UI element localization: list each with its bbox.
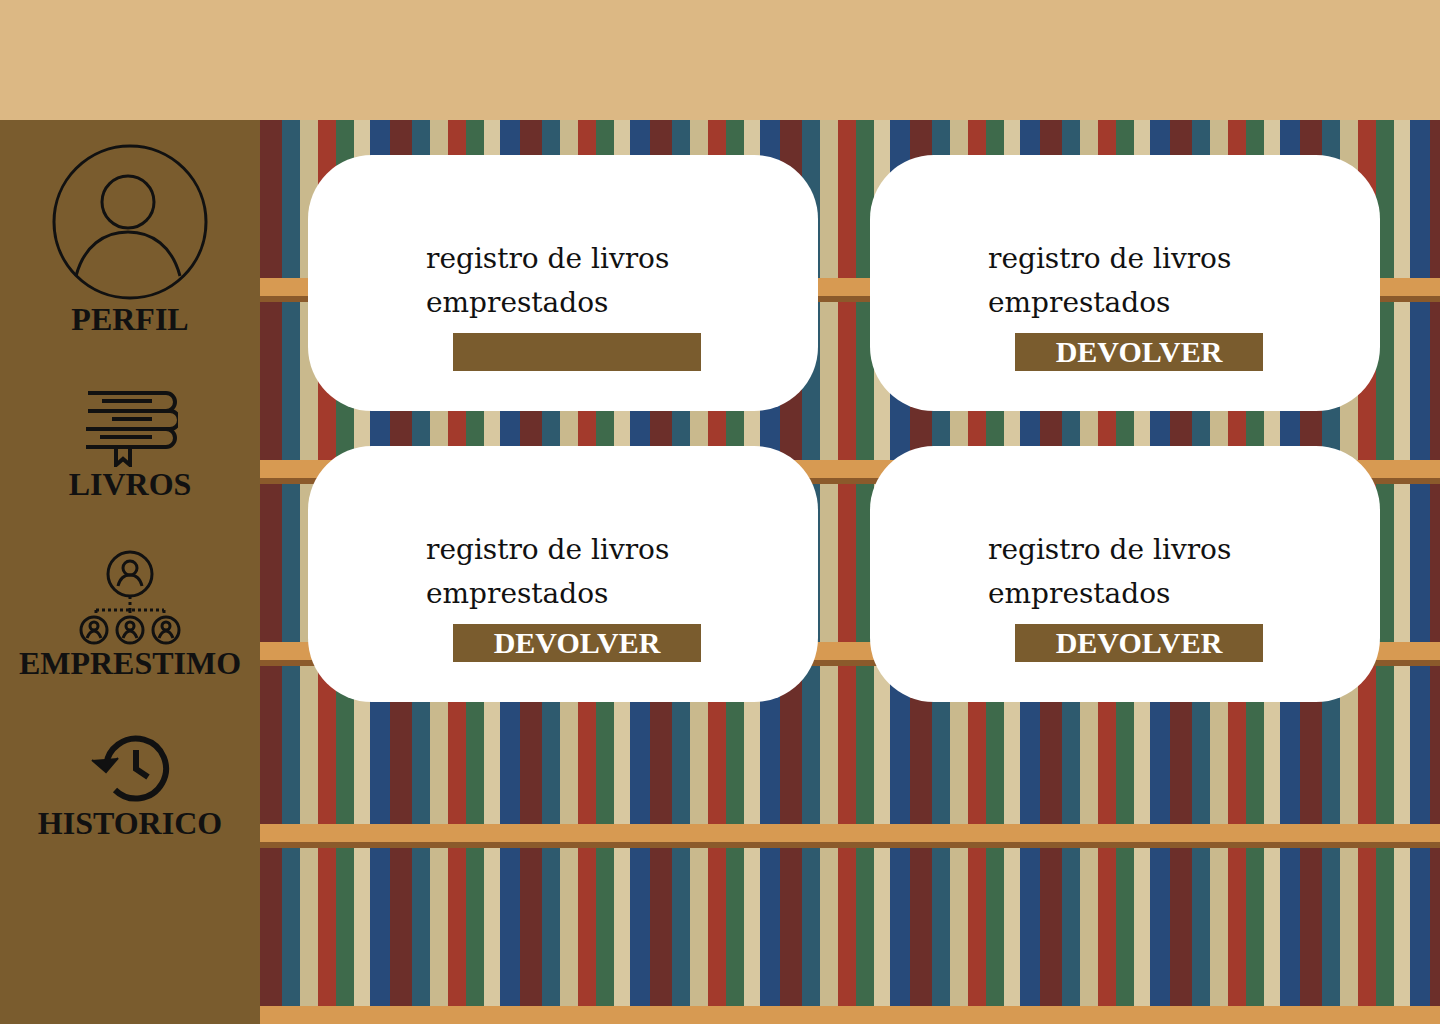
loan-card: registro de livrosemprestados DEVOLVER	[870, 155, 1380, 411]
return-button[interactable]	[453, 333, 701, 371]
sidebar-item[interactable]: HISTORICO	[38, 730, 222, 841]
sidebar: PERFIL LIVROS EMPRESTIMO HISTORICO	[0, 120, 260, 1024]
return-button[interactable]: DEVOLVER	[1015, 624, 1263, 662]
loan-record-text: registro de livrosemprestados	[426, 528, 794, 616]
text-line: emprestados	[988, 281, 1356, 325]
sidebar-label: LIVROS	[69, 467, 192, 502]
sidebar-label: EMPRESTIMO	[19, 646, 241, 681]
return-button[interactable]: DEVOLVER	[1015, 333, 1263, 371]
sidebar-item[interactable]: PERFIL	[50, 142, 210, 337]
history-icon	[88, 730, 172, 806]
loan-card: registro de livrosemprestados	[308, 155, 818, 411]
books-icon	[82, 389, 178, 467]
loan-record-text: registro de livrosemprestados	[426, 237, 794, 325]
bookshelf-background: registro de livrosemprestadosregistro de…	[260, 120, 1440, 1024]
top-bar	[0, 0, 1440, 120]
sidebar-item[interactable]: EMPRESTIMO	[19, 550, 241, 681]
text-line: emprestados	[426, 281, 794, 325]
loan-record-text: registro de livrosemprestados	[988, 237, 1356, 325]
text-line: registro de livros	[426, 528, 794, 572]
text-line: emprestados	[988, 572, 1356, 616]
sidebar-label: HISTORICO	[38, 806, 222, 841]
profile-icon	[50, 142, 210, 302]
text-line: registro de livros	[426, 237, 794, 281]
text-line: registro de livros	[988, 237, 1356, 281]
loan-card: registro de livrosemprestados DEVOLVER	[870, 446, 1380, 702]
people-network-icon	[78, 550, 182, 646]
return-button[interactable]: DEVOLVER	[453, 624, 701, 662]
sidebar-label: PERFIL	[71, 302, 188, 337]
text-line: registro de livros	[988, 528, 1356, 572]
sidebar-item[interactable]: LIVROS	[69, 389, 192, 502]
loan-record-text: registro de livrosemprestados	[988, 528, 1356, 616]
text-line: emprestados	[426, 572, 794, 616]
loan-card: registro de livrosemprestados DEVOLVER	[308, 446, 818, 702]
loan-cards: registro de livrosemprestadosregistro de…	[308, 155, 1388, 702]
